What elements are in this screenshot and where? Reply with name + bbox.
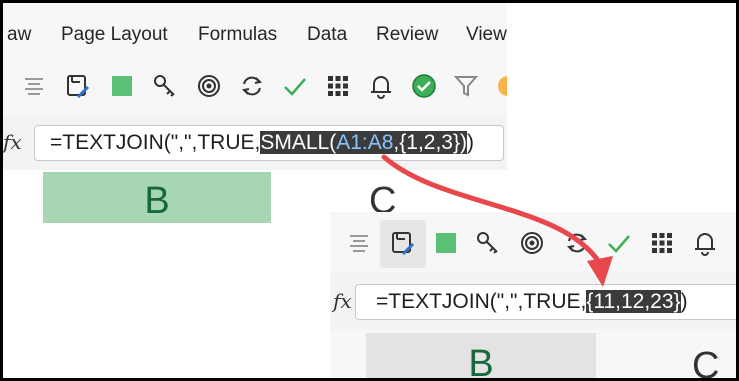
screenshot-before: aw Page Layout Formulas Data Review View [3,3,507,223]
fill-color-icon[interactable] [431,228,461,258]
column-header-c[interactable]: C [692,345,719,378]
fx-icon[interactable]: fx [333,289,352,313]
tab-formulas[interactable]: Formulas [198,24,277,46]
bell-icon[interactable] [690,228,720,258]
tab-review[interactable]: Review [376,24,438,46]
refresh-icon[interactable] [562,228,592,258]
target-icon[interactable] [517,228,547,258]
grid-icon[interactable] [323,71,353,101]
bell-icon[interactable] [366,71,396,101]
column-header-b[interactable]: B [43,172,271,223]
formula-suffix: ) [680,290,688,313]
key-icon[interactable] [150,71,180,101]
refresh-icon[interactable] [237,71,267,101]
formula-input[interactable]: =TEXTJOIN(",",TRUE,SMALL(A1:A8,{1,2,3})) [34,125,504,161]
formula-bar-after: fx =TEXTJOIN(",",TRUE,{11,12,23}) [330,272,736,330]
highlight-rest: ,{1,2,3}) [393,131,467,154]
checkmark-icon[interactable] [280,71,310,101]
formula-prefix: =TEXTJOIN(",",TRUE, [376,290,587,313]
formula-input-after[interactable]: =TEXTJOIN(",",TRUE,{11,12,23}) [355,284,736,320]
formula-highlight: SMALL(A1:A8,{1,2,3}) [260,131,467,154]
formula-text-after: =TEXTJOIN(",",TRUE,{11,12,23}) [376,290,688,314]
formula-prefix: =TEXTJOIN(",",TRUE, [50,131,261,154]
tab-data[interactable]: Data [307,24,347,46]
key-icon[interactable] [473,228,503,258]
toolbar-after [330,212,736,272]
formula-text: =TEXTJOIN(",",TRUE,SMALL(A1:A8,{1,2,3})) [50,131,474,155]
target-icon[interactable] [194,71,224,101]
toolbar [3,58,507,116]
checkmark-icon[interactable] [604,228,634,258]
column-b-label: B [144,180,170,222]
tab-page-layout[interactable]: Page Layout [61,24,168,46]
filter-icon[interactable] [451,71,481,101]
highlight-ref: A1:A8 [336,131,394,154]
tab-draw[interactable]: aw [7,24,31,46]
screenshot-after: fx =TEXTJOIN(",",TRUE,{11,12,23}) B C [330,212,736,378]
formula-result-highlight: {11,12,23} [586,290,681,313]
circle-icon[interactable] [493,71,507,101]
column-b-label: B [468,343,494,378]
fill-color-icon[interactable] [107,71,137,101]
format-painter-icon[interactable] [388,228,418,258]
fx-icon[interactable]: fx [3,130,22,154]
formula-bar: fx =TEXTJOIN(",",TRUE,SMALL(A1:A8,{1,2,3… [3,116,507,170]
ribbon-tabs: aw Page Layout Formulas Data Review View [3,3,507,58]
align-icon[interactable] [19,71,49,101]
format-painter-icon[interactable] [63,71,93,101]
composite-frame: aw Page Layout Formulas Data Review View [3,3,736,378]
column-header-b[interactable]: B [366,333,596,378]
align-icon[interactable] [344,228,374,258]
check-circle-icon[interactable] [409,71,439,101]
grid-icon[interactable] [647,228,677,258]
formula-suffix: ) [466,131,474,154]
highlight-func: SMALL( [260,131,337,154]
tab-view[interactable]: View [466,24,507,46]
